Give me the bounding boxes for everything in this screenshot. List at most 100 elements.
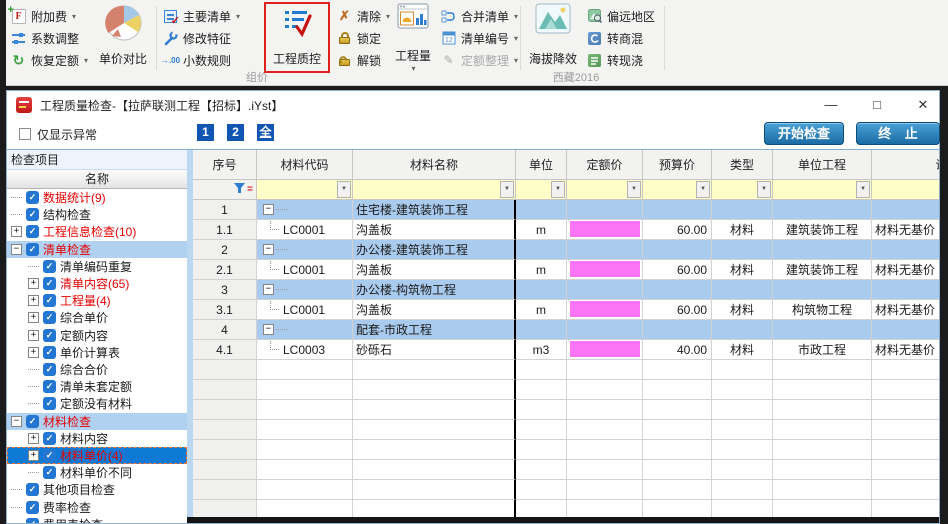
tree-item[interactable]: +✓清单内容(65) [7, 275, 187, 292]
tree-item[interactable]: +✓工程信息检查(10) [7, 223, 187, 240]
checked-checkbox[interactable]: ✓ [26, 191, 39, 204]
table-row-group[interactable]: 1−住宅楼-建筑装饰工程 [193, 200, 939, 220]
checked-checkbox[interactable]: ✓ [26, 415, 39, 428]
maximize-button[interactable]: □ [865, 91, 889, 119]
collapse-minus-icon[interactable]: − [11, 416, 22, 427]
page-button-2[interactable]: 2 [227, 124, 244, 141]
table-row-item[interactable]: 4.1LC0003砂砾石m340.00材料市政工程材料无基价 [193, 340, 939, 360]
to-cast-in-place-button[interactable]: 转现浇 [586, 50, 643, 70]
clear-button[interactable]: ✗ 清除 ▾ [336, 6, 390, 26]
collapse-minus-icon[interactable]: − [263, 284, 274, 295]
checked-checkbox[interactable]: ✓ [43, 363, 56, 376]
checked-checkbox[interactable]: ✓ [43, 466, 56, 479]
expand-plus-icon[interactable]: + [28, 347, 39, 358]
tree-item[interactable]: ✓数据统计(9) [7, 189, 187, 206]
table-row-item[interactable]: 2.1LC0001沟盖板m60.00材料建筑装饰工程材料无基价 [193, 260, 939, 280]
quality-control-button[interactable]: 工程质控 [264, 2, 330, 73]
column-header[interactable]: 材料代码 [257, 150, 353, 180]
start-check-button[interactable]: 开始检查 [764, 122, 844, 145]
checked-checkbox[interactable]: ✓ [43, 346, 56, 359]
filter-cell[interactable]: ▼ [773, 180, 872, 200]
table-row-item[interactable]: 3.1LC0001沟盖板m60.00材料构筑物工程材料无基价 [193, 300, 939, 320]
list-number-button[interactable]: 12 清单编号 ▾ [440, 28, 518, 48]
column-header[interactable]: 序号 [193, 150, 257, 180]
column-header[interactable]: 定额价 [567, 150, 643, 180]
tree-item[interactable]: ✓费用表检查 [7, 516, 187, 523]
filter-cell[interactable]: ▼ [257, 180, 353, 200]
checked-checkbox[interactable]: ✓ [43, 329, 56, 342]
tree-item[interactable]: ✓其他项目检查 [7, 481, 187, 498]
checked-checkbox[interactable]: ✓ [43, 277, 56, 290]
collapse-minus-icon[interactable]: − [263, 244, 274, 255]
checked-checkbox[interactable]: ✓ [26, 501, 39, 514]
filter-cell[interactable]: ▼ [353, 180, 516, 200]
tree-item[interactable]: +✓材料内容 [7, 430, 187, 447]
checked-checkbox[interactable]: ✓ [43, 311, 56, 324]
tree-item[interactable]: ✓清单未套定额 [7, 378, 187, 395]
stop-button[interactable]: 终 止 [856, 122, 940, 145]
tree-item[interactable]: ✓清单编码重复 [7, 258, 187, 275]
checked-checkbox[interactable]: ✓ [43, 397, 56, 410]
column-header[interactable]: 材料名称 [353, 150, 516, 180]
close-button[interactable]: ✕ [911, 91, 935, 119]
filter-cell[interactable]: ▼ [712, 180, 773, 200]
page-button-全[interactable]: 全 [257, 124, 274, 141]
checked-checkbox[interactable]: ✓ [26, 225, 39, 238]
column-header[interactable]: 说明 [872, 150, 939, 180]
altitude-effect-button[interactable]: 海拔降效 [526, 3, 580, 67]
to-commercial-mix-button[interactable]: 转商混 [586, 28, 643, 48]
unit-price-compare-button[interactable]: 单价对比 [94, 3, 152, 67]
column-header[interactable]: 类型 [712, 150, 773, 180]
tree-item[interactable]: +✓综合单价 [7, 309, 187, 326]
tree-item[interactable]: ✓结构检查 [7, 206, 187, 223]
collapse-minus-icon[interactable]: − [263, 204, 274, 215]
collapse-minus-icon[interactable]: − [263, 324, 274, 335]
checked-checkbox[interactable]: ✓ [26, 483, 39, 496]
filter-cell[interactable]: ▼ [516, 180, 567, 200]
filter-dropdown-button[interactable]: ▼ [337, 181, 351, 198]
coefficient-adjust-button[interactable]: 系数调整 [10, 28, 79, 48]
column-header[interactable]: 预算价 [643, 150, 712, 180]
name-column-header[interactable]: 名称 [7, 170, 187, 189]
additional-fee-button[interactable]: +F 附加费 ▾ [10, 6, 76, 26]
filter-cell[interactable]: ▼ [567, 180, 643, 200]
checked-checkbox[interactable]: ✓ [43, 449, 56, 462]
column-header[interactable]: 单位 [516, 150, 567, 180]
tree-item[interactable]: ✓综合合价 [7, 361, 187, 378]
filter-cell[interactable]: ▼ [872, 180, 939, 200]
filter-dropdown-button[interactable]: ▼ [696, 181, 710, 198]
checked-checkbox[interactable]: ✓ [43, 380, 56, 393]
checked-checkbox[interactable]: ✓ [43, 260, 56, 273]
checked-checkbox[interactable]: ✓ [43, 432, 56, 445]
tree-item[interactable]: ✓费率检查 [7, 499, 187, 516]
page-button-1[interactable]: 1 [197, 124, 214, 141]
only-abnormal-checkbox[interactable] [19, 128, 31, 140]
checked-checkbox[interactable]: ✓ [43, 294, 56, 307]
unlock-button[interactable]: 解锁 [336, 50, 381, 70]
checked-checkbox[interactable]: ✓ [26, 243, 39, 256]
filter-dropdown-button[interactable]: ▼ [757, 181, 771, 198]
checked-checkbox[interactable]: ✓ [26, 518, 39, 523]
modify-feature-button[interactable]: 修改特征 [162, 28, 231, 48]
filter-dropdown-button[interactable]: ▼ [551, 181, 565, 198]
tree-item[interactable]: ✓材料单价不同 [7, 464, 187, 481]
tree-item[interactable]: +✓材料单价(4) [7, 447, 187, 464]
filter-dropdown-button[interactable]: ▼ [856, 181, 870, 198]
expand-plus-icon[interactable]: + [28, 450, 39, 461]
tree-item[interactable]: −✓材料检查 [7, 413, 187, 430]
table-row-group[interactable]: 4−配套-市政工程 [193, 320, 939, 340]
tree-item[interactable]: ✓定额没有材料 [7, 395, 187, 412]
restore-quota-button[interactable]: ↻ 恢复定额 ▾ [10, 50, 88, 70]
tree-item[interactable]: +✓工程量(4) [7, 292, 187, 309]
expand-plus-icon[interactable]: + [28, 312, 39, 323]
column-header[interactable]: 单位工程 [773, 150, 872, 180]
decimal-rule-button[interactable]: →.00 小数规则 [162, 50, 231, 70]
expand-plus-icon[interactable]: + [11, 226, 22, 237]
filter-cell[interactable]: ▼ [643, 180, 712, 200]
checked-checkbox[interactable]: ✓ [26, 208, 39, 221]
table-row-group[interactable]: 2−办公楼-建筑装饰工程 [193, 240, 939, 260]
merge-list-button[interactable]: 合并清单 ▾ [440, 6, 518, 26]
quantity-button[interactable]: 工程量 ▾ [390, 3, 436, 73]
expand-plus-icon[interactable]: + [28, 278, 39, 289]
main-list-button[interactable]: ✓ 主要清单 ▾ [162, 6, 240, 26]
